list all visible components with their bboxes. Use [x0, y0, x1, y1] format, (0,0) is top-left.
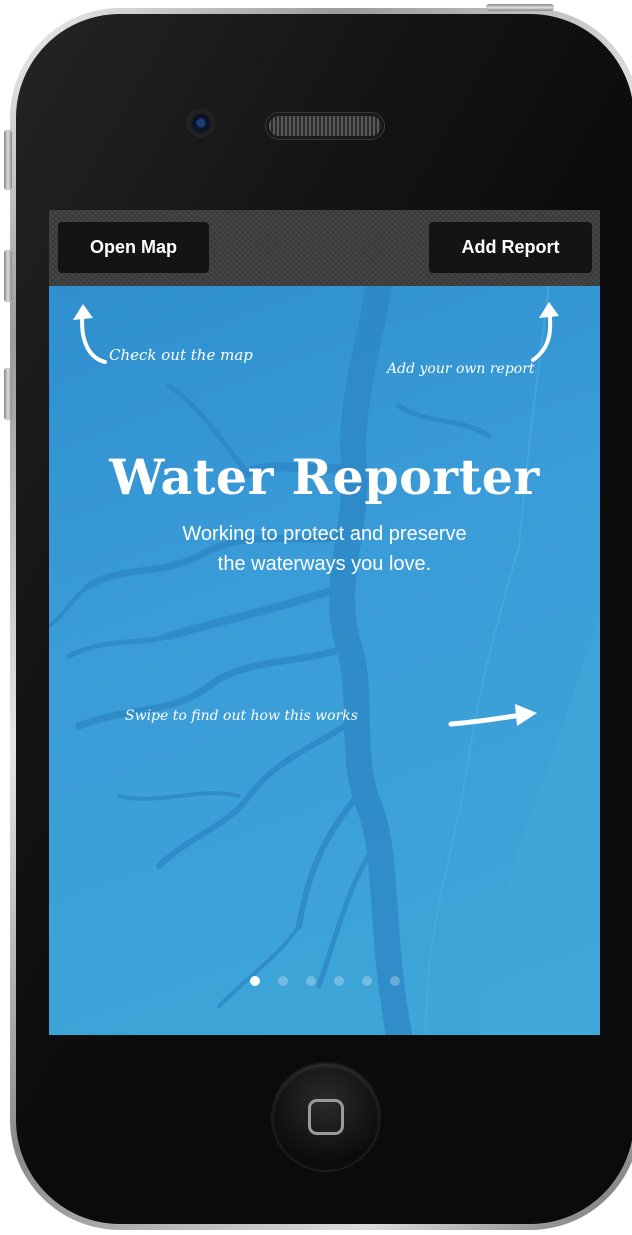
page-dot-3[interactable] [305, 976, 316, 986]
curved-arrow-up-right-icon [531, 302, 559, 362]
front-camera-icon [187, 109, 215, 137]
open-map-button[interactable]: Open Map [58, 222, 209, 273]
device-stage: Open Map Add Report Check out the map Ad… [0, 0, 632, 1235]
tagline-line-2: the waterways you love. [217, 553, 432, 575]
arrow-right-icon [448, 704, 537, 727]
power-button [486, 4, 554, 11]
mute-switch [4, 130, 12, 190]
map-hint-text: Check out the map [109, 346, 253, 364]
curved-arrow-up-left-icon [73, 304, 107, 364]
volume-up-button [4, 250, 12, 302]
page-dot-1[interactable] [249, 976, 260, 986]
app-tagline: Working to protect and preserve the wate… [49, 519, 600, 579]
swipe-hint-text: Swipe to find out how this works [125, 708, 358, 724]
earpiece-speaker-icon [266, 113, 384, 139]
home-square-glyph [308, 1099, 344, 1135]
home-button-icon[interactable] [273, 1064, 379, 1170]
tagline-line-1: Working to protect and preserve [182, 523, 467, 545]
top-toolbar: Open Map Add Report [49, 210, 600, 286]
add-report-button[interactable]: Add Report [429, 222, 592, 273]
page-indicator[interactable] [49, 976, 600, 986]
volume-down-button [4, 368, 12, 420]
app-screen: Open Map Add Report Check out the map Ad… [49, 210, 600, 1035]
app-title: Water Reporter [109, 448, 540, 506]
page-dot-6[interactable] [389, 976, 400, 986]
page-dot-2[interactable] [277, 976, 288, 986]
page-dot-5[interactable] [361, 976, 372, 986]
report-hint-text: Add your own report [387, 361, 535, 377]
waterway-map-background [49, 286, 600, 1035]
page-dot-4[interactable] [333, 976, 344, 986]
welcome-slide[interactable]: Check out the map Add your own report Wa… [49, 286, 600, 1035]
